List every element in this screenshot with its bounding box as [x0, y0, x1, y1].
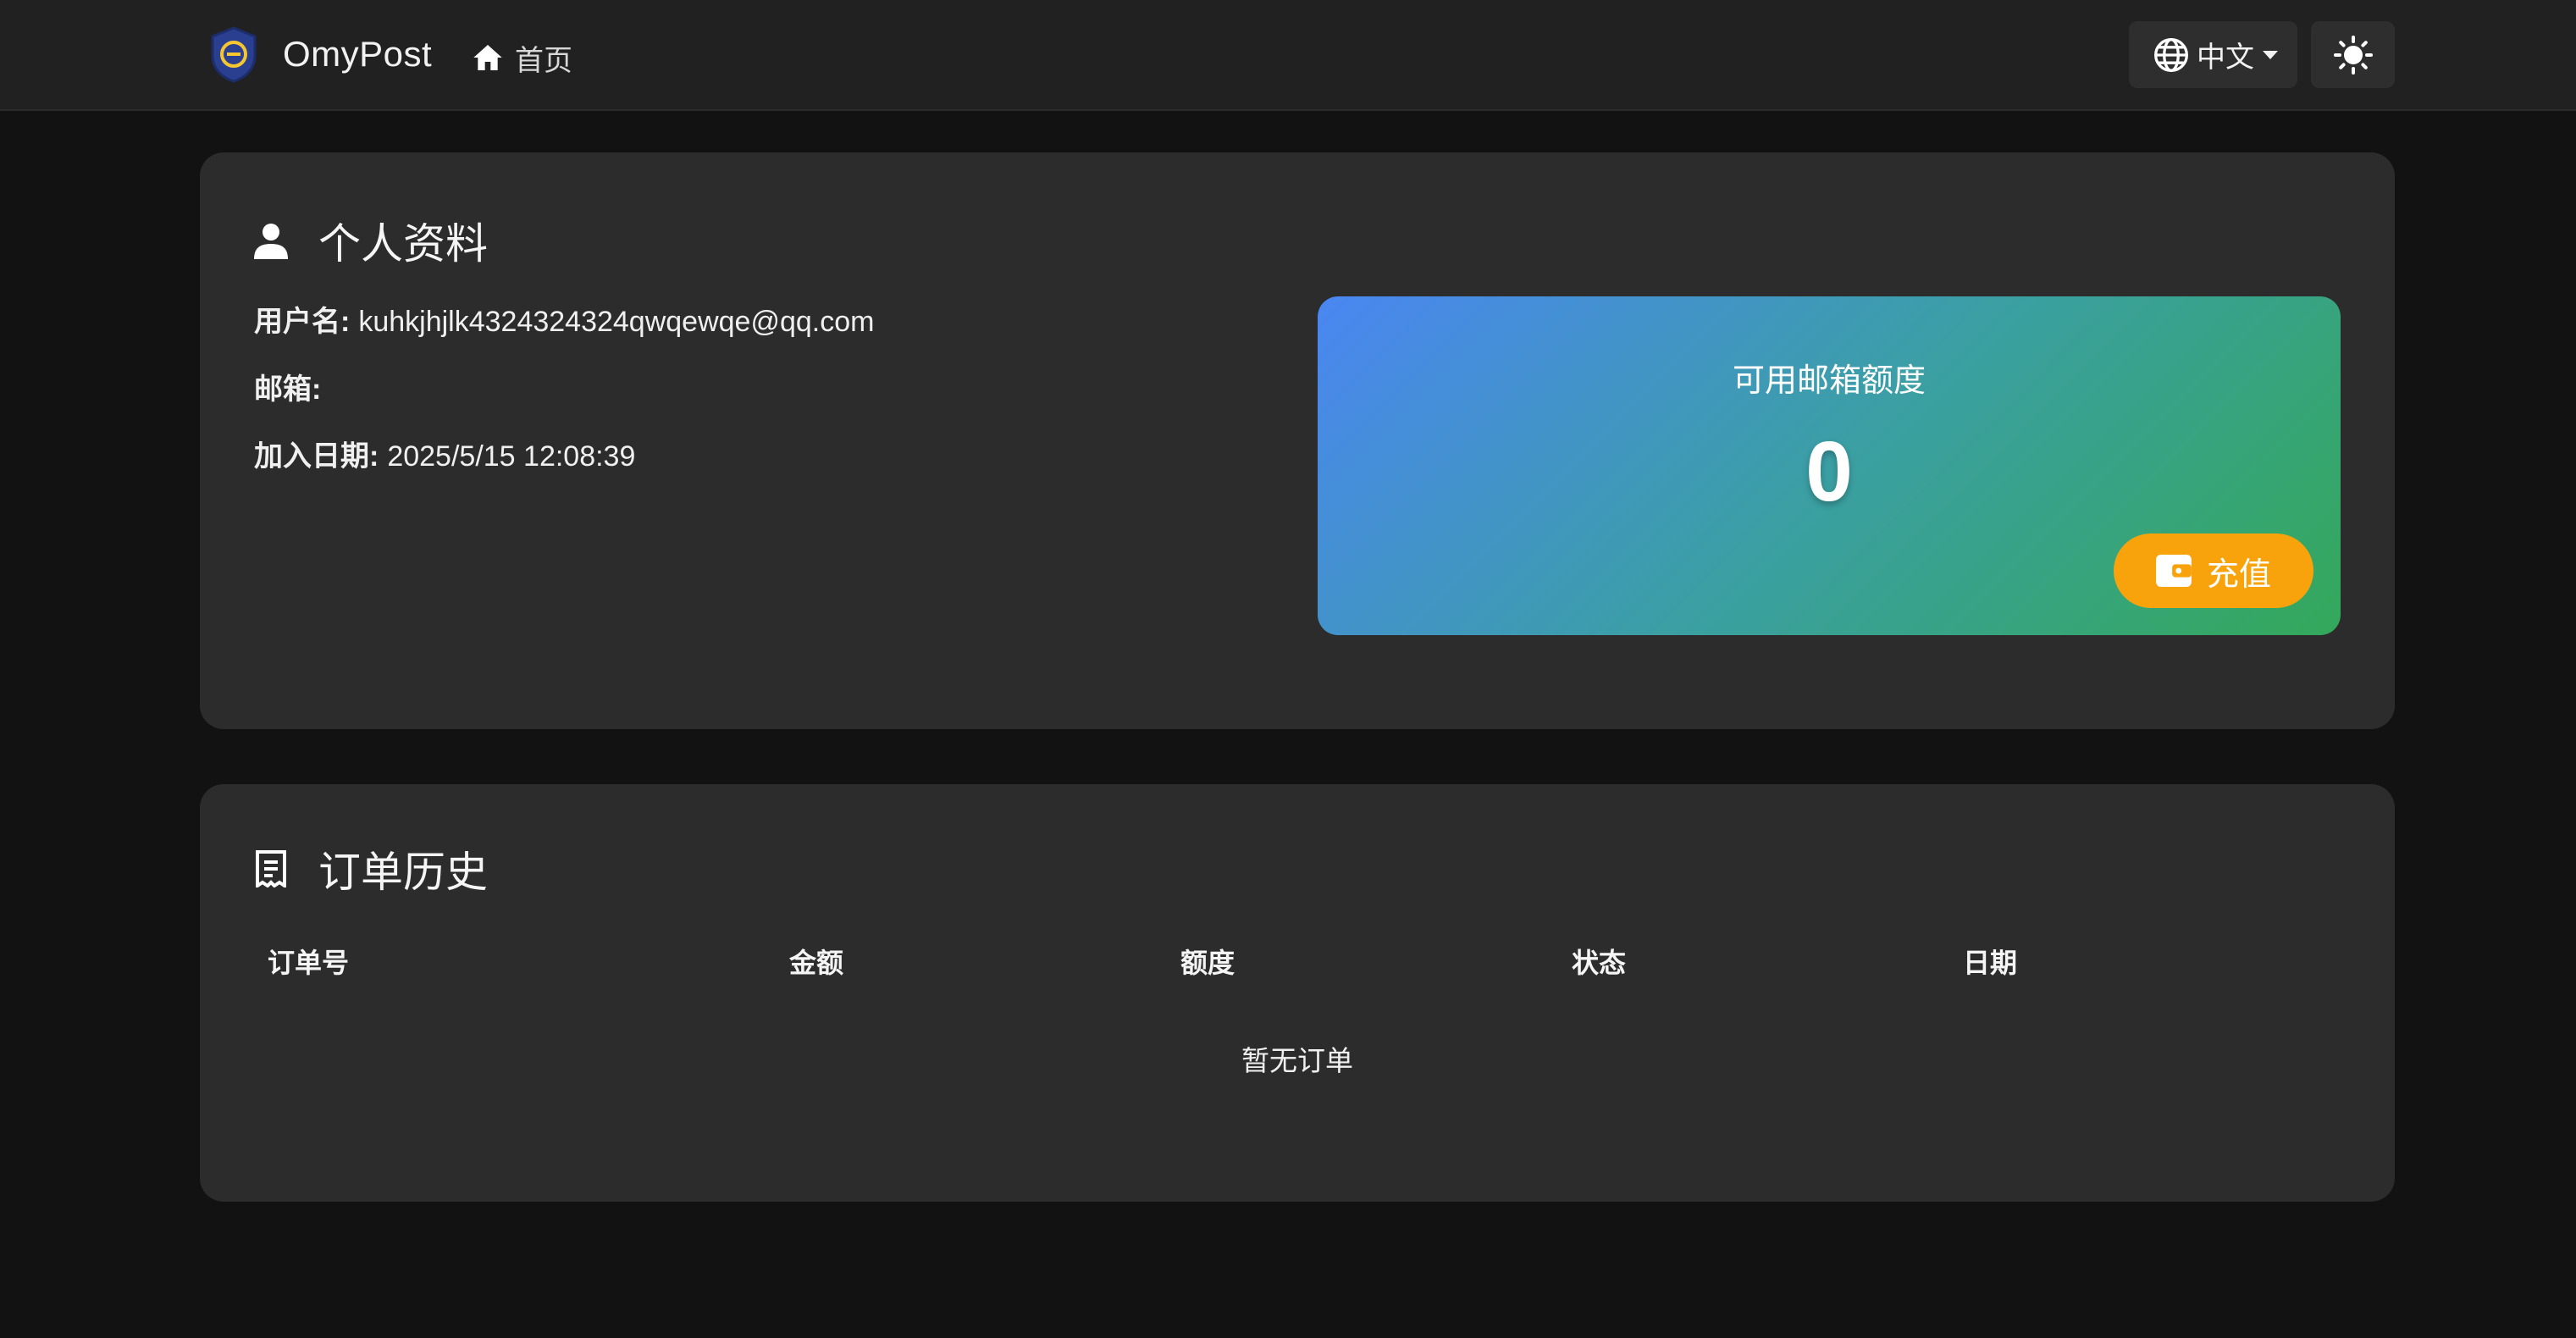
recharge-label: 充值 — [2206, 556, 2271, 593]
brand[interactable]: OmyPost — [208, 25, 432, 83]
username-label: 用户名: — [254, 306, 351, 338]
globe-icon — [2154, 37, 2188, 72]
recharge-button[interactable]: 充值 — [2114, 534, 2313, 608]
quota-label: 可用邮箱额度 — [1732, 363, 1926, 399]
joined-value: 2025/5/15 12:08:39 — [387, 440, 636, 473]
profile-title: 个人资料 — [254, 208, 488, 273]
nav-home-label: 首页 — [515, 44, 572, 77]
profile-card: 个人资料 用户名: kuhkjhjlk4324324324qwqewqe@qq.c… — [200, 152, 2395, 729]
profile-title-text: 个人资料 — [318, 220, 488, 268]
language-label: 中文 — [2197, 41, 2254, 74]
home-icon — [473, 45, 502, 70]
username-row: 用户名: kuhkjhjlk4324324324qwqewqe@qq.com — [254, 298, 874, 340]
col-quota: 额度 — [1180, 948, 1235, 978]
joined-label: 加入日期: — [254, 440, 379, 473]
receipt-icon — [256, 850, 286, 887]
orders-empty-message: 暂无订单 — [1241, 1045, 1353, 1076]
user-icon — [254, 224, 288, 259]
username-value: kuhkjhjlk4324324324qwqewqe@qq.com — [358, 306, 875, 338]
email-row: 邮箱: — [254, 366, 329, 407]
col-status: 状态 — [1572, 948, 1627, 978]
top-navbar: OmyPost 首页 中文 — [0, 0, 2576, 111]
language-dropdown[interactable]: 中文 — [2129, 21, 2297, 88]
wallet-icon — [2156, 555, 2192, 587]
col-date: 日期 — [1963, 948, 2018, 978]
email-label: 邮箱: — [254, 373, 322, 406]
orders-title: 订单历史 — [254, 837, 488, 901]
col-order-id: 订单号 — [268, 948, 350, 978]
shield-logo-icon — [211, 26, 257, 83]
orders-card: 订单历史 订单号 金额 额度 状态 日期 暂无订单 — [200, 784, 2395, 1202]
col-amount: 金额 — [789, 948, 844, 978]
chevron-down-icon — [2263, 50, 2278, 59]
orders-title-text: 订单历史 — [318, 849, 488, 896]
theme-toggle-button[interactable] — [2311, 21, 2395, 88]
quota-value: 0 — [1805, 424, 1853, 519]
nav-home-link[interactable]: 首页 — [471, 36, 572, 80]
joined-row: 加入日期: 2025/5/15 12:08:39 — [254, 433, 635, 474]
sun-icon — [2333, 35, 2373, 75]
brand-name: OmyPost — [283, 34, 433, 74]
quota-panel: 可用邮箱额度 0 充值 — [1318, 296, 2341, 635]
